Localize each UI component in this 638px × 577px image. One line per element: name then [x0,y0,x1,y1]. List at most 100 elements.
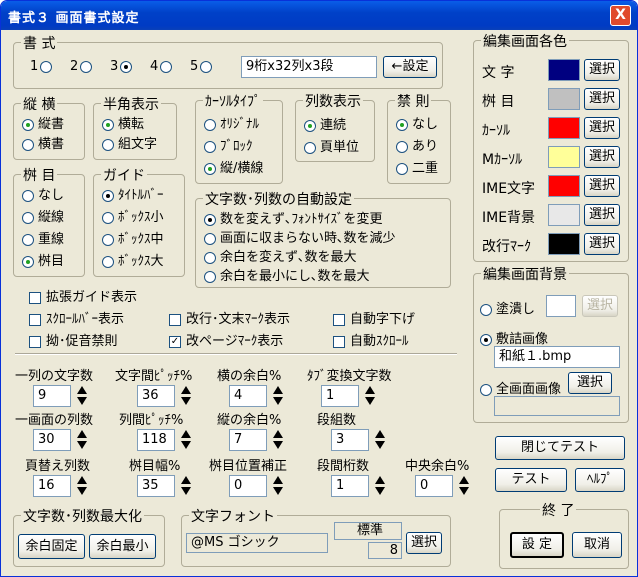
color-swatch-3[interactable] [548,146,580,168]
sokuon-check[interactable]: 拗･促音禁則 [29,330,118,349]
color-swatch-4[interactable] [548,175,580,197]
format-radio-4[interactable] [160,60,173,73]
param-value-row1-0[interactable]: 9 [33,385,71,407]
close-button[interactable]: X [610,5,631,26]
param-spinner-row3-4[interactable] [457,475,470,497]
columns-radio-0[interactable] [304,119,316,132]
bg-fill-select-button[interactable]: 選択 [582,295,618,317]
columns-option-1[interactable]: 頁単位 [304,136,359,155]
kaigyo-checkbox[interactable] [169,313,181,326]
format-option-1[interactable]: 1 [30,59,56,74]
scrollbar-checkbox[interactable] [29,313,41,326]
param-spinner-row2-0[interactable] [75,429,88,451]
font-select-button[interactable]: 選択 [406,532,442,554]
cursor-option-1[interactable]: ﾌﾞﾛｯｸ [204,135,253,154]
color-select-button-4[interactable]: 選択 [584,175,620,197]
cursor-option-0[interactable]: ｵﾘｼﾞﾅﾙ [204,113,259,132]
keime-radio-3[interactable] [22,255,34,268]
cancel-button[interactable]: 取消 [572,532,622,558]
color-swatch-2[interactable] [548,117,580,139]
keime-option-0[interactable]: なし [22,184,64,203]
keime-radio-0[interactable] [22,189,34,202]
auto-radio-1[interactable] [204,232,216,245]
guide-radio-3[interactable] [102,255,114,268]
kinsoku-option-0[interactable]: なし [396,113,438,132]
columns-radio-1[interactable] [304,141,316,154]
param-value-row2-3[interactable]: 3 [331,429,369,451]
halfwidth-radio-0[interactable] [102,118,114,131]
param-spinner-row2-2[interactable] [271,429,284,451]
param-value-row2-2[interactable]: 7 [229,429,267,451]
bg-paper-file-field[interactable]: 和紙１.bmp [494,346,620,368]
format-radio-1[interactable] [40,60,53,73]
columns-option-0[interactable]: 連続 [304,114,346,133]
vertical-option-0[interactable]: 縦書 [22,113,64,132]
keime-option-3[interactable]: 桝目 [22,250,64,269]
kinsoku-radio-0[interactable] [396,118,408,131]
font-name-field[interactable]: @MS ゴシック [186,533,328,553]
format-option-4[interactable]: 4 [150,59,176,74]
bg-fill-radio[interactable] [480,303,492,316]
param-value-row3-2[interactable]: 0 [229,475,267,497]
param-value-row3-1[interactable]: 35 [137,475,175,497]
bg-fill-swatch[interactable] [546,295,576,317]
cursor-radio-1[interactable] [204,140,216,153]
vertical-radio-0[interactable] [22,118,34,131]
format-radio-2[interactable] [80,60,93,73]
auto-option-1[interactable]: 画面に収まらない時､数を減少 [204,227,396,246]
cursor-radio-0[interactable] [204,118,216,131]
format-set-button[interactable]: ←設定 [383,56,437,78]
bg-paper-option[interactable]: 敷詰画像 [480,328,548,347]
ext-guide-checkbox[interactable] [29,291,41,304]
color-select-button-1[interactable]: 選択 [584,88,620,110]
guide-radio-2[interactable] [102,233,114,246]
param-value-row1-2[interactable]: 4 [229,385,267,407]
help-button[interactable]: ﾍﾙﾌﾟ [575,468,625,492]
auto-option-0[interactable]: 数を変えず､ﾌｫﾝﾄｻｲｽﾞを変更 [204,208,383,227]
color-select-button-5[interactable]: 選択 [584,204,620,226]
color-swatch-0[interactable] [548,59,580,81]
cursor-option-2[interactable]: 縦/横線 [204,157,263,176]
bg-fill-option[interactable]: 塗潰し [480,298,535,317]
keime-radio-1[interactable] [22,211,34,224]
guide-radio-1[interactable] [102,211,114,224]
param-spinner-row3-3[interactable] [373,475,386,497]
param-spinner-row1-0[interactable] [75,385,88,407]
auto-down-check[interactable]: 自動字下げ [333,308,415,327]
param-value-row2-1[interactable]: 118 [137,429,175,451]
keime-option-2[interactable]: 重線 [22,228,64,247]
auto-radio-3[interactable] [204,270,216,283]
color-swatch-6[interactable] [548,233,580,255]
vertical-radio-1[interactable] [22,138,34,151]
param-spinner-row1-1[interactable] [179,385,192,407]
color-swatch-1[interactable] [548,88,580,110]
guide-option-2[interactable]: ﾎﾞｯｸｽ中 [102,228,164,247]
format-radio-5[interactable] [200,60,213,73]
kinsoku-option-2[interactable]: 二重 [396,157,438,176]
margin-fixed-button[interactable]: 余白固定 [18,534,85,559]
guide-option-1[interactable]: ﾎﾞｯｸｽ小 [102,206,164,225]
param-value-row3-3[interactable]: 1 [331,475,369,497]
kinsoku-option-1[interactable]: あり [396,135,438,154]
auto-radio-2[interactable] [204,251,216,264]
color-select-button-2[interactable]: 選択 [584,117,620,139]
param-spinner-row3-2[interactable] [271,475,284,497]
auto-option-2[interactable]: 余白を変えず､数を最大 [204,246,357,265]
bg-full-select-button[interactable]: 選択 [568,372,612,394]
format-option-2[interactable]: 2 [70,59,96,74]
vertical-option-1[interactable]: 横書 [22,133,64,152]
param-spinner-row2-1[interactable] [179,429,192,451]
page-mark-check[interactable]: ✓ 改ページﾏｰｸ表示 [169,330,283,349]
auto-down-checkbox[interactable] [333,313,345,326]
color-select-button-0[interactable]: 選択 [584,59,620,81]
param-value-row1-1[interactable]: 36 [137,385,175,407]
color-select-button-6[interactable]: 選択 [584,233,620,255]
guide-radio-0[interactable] [102,189,114,202]
test-button[interactable]: テスト [495,468,567,492]
bg-paper-radio[interactable] [480,333,492,346]
ok-button[interactable]: 設 定 [510,532,564,558]
param-spinner-row3-0[interactable] [75,475,88,497]
bg-full-option[interactable]: 全画面画像 [480,378,561,397]
param-value-row1-3[interactable]: 1 [321,385,359,407]
format-radio-3[interactable] [120,60,133,73]
